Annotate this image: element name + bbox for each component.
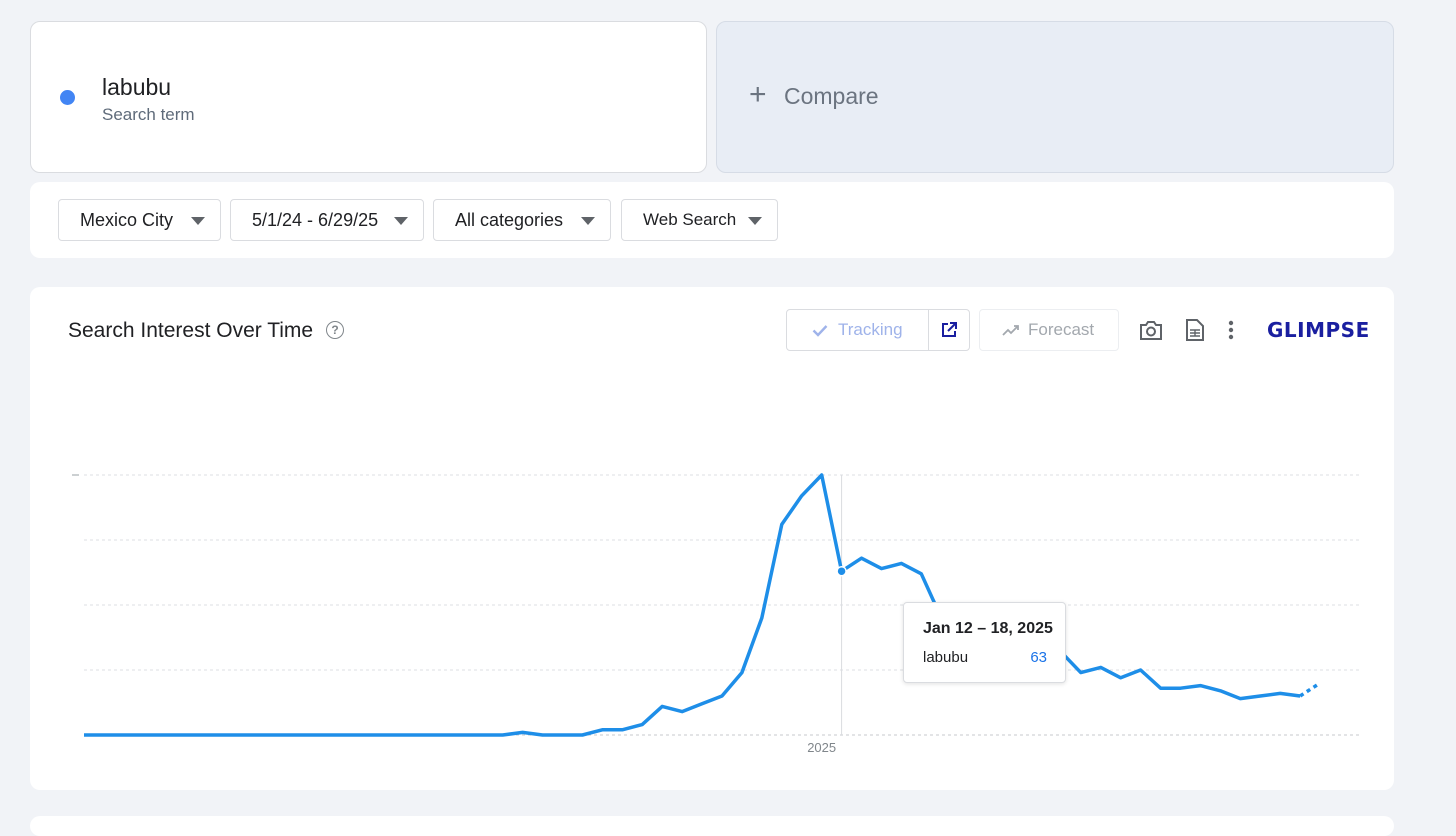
series-line-partial [1299,681,1322,698]
interest-over-time-card: Search Interest Over Time ? Tracking For… [30,287,1394,790]
compare-button[interactable]: + Compare [716,21,1394,173]
search-type-filter[interactable]: Web Search [621,199,778,241]
tooltip-date: Jan 12 – 18, 2025 [923,620,1053,637]
tooltip-term: labubu [923,649,969,666]
x-tick-label: 2025 [807,740,836,755]
term-color-dot [60,90,75,105]
plus-icon: + [749,78,767,111]
interest-line-chart: 2025 [72,473,1360,755]
search-type-filter-label: Web Search [643,210,737,229]
location-filter-label: Mexico City [80,209,174,230]
date-range-filter-label: 5/1/24 - 6/29/25 [252,209,379,230]
chart-tooltip: Jan 12 – 18, 2025 labubu 63 [903,602,1066,683]
dropdown-caret-icon [581,217,595,225]
next-section-card [30,816,1394,836]
search-term-name: labubu [102,74,172,100]
dropdown-caret-icon [394,217,408,225]
chart-gridlines [72,474,1360,736]
dropdown-caret-icon [748,217,762,225]
filter-bar: Mexico City 5/1/24 - 6/29/25 All categor… [30,182,1394,258]
compare-label: Compare [784,83,879,109]
tooltip-value: 63 [1030,649,1047,666]
location-filter[interactable]: Mexico City [58,199,221,241]
category-filter[interactable]: All categories [433,199,611,241]
hover-point [836,565,847,577]
search-term-card[interactable]: labubu Search term [30,21,707,173]
date-range-filter[interactable]: 5/1/24 - 6/29/25 [230,199,424,241]
search-term-type: Search term [102,105,195,124]
chart-x-axis: 2025 [807,475,843,755]
dropdown-caret-icon [191,217,205,225]
category-filter-label: All categories [455,209,564,230]
